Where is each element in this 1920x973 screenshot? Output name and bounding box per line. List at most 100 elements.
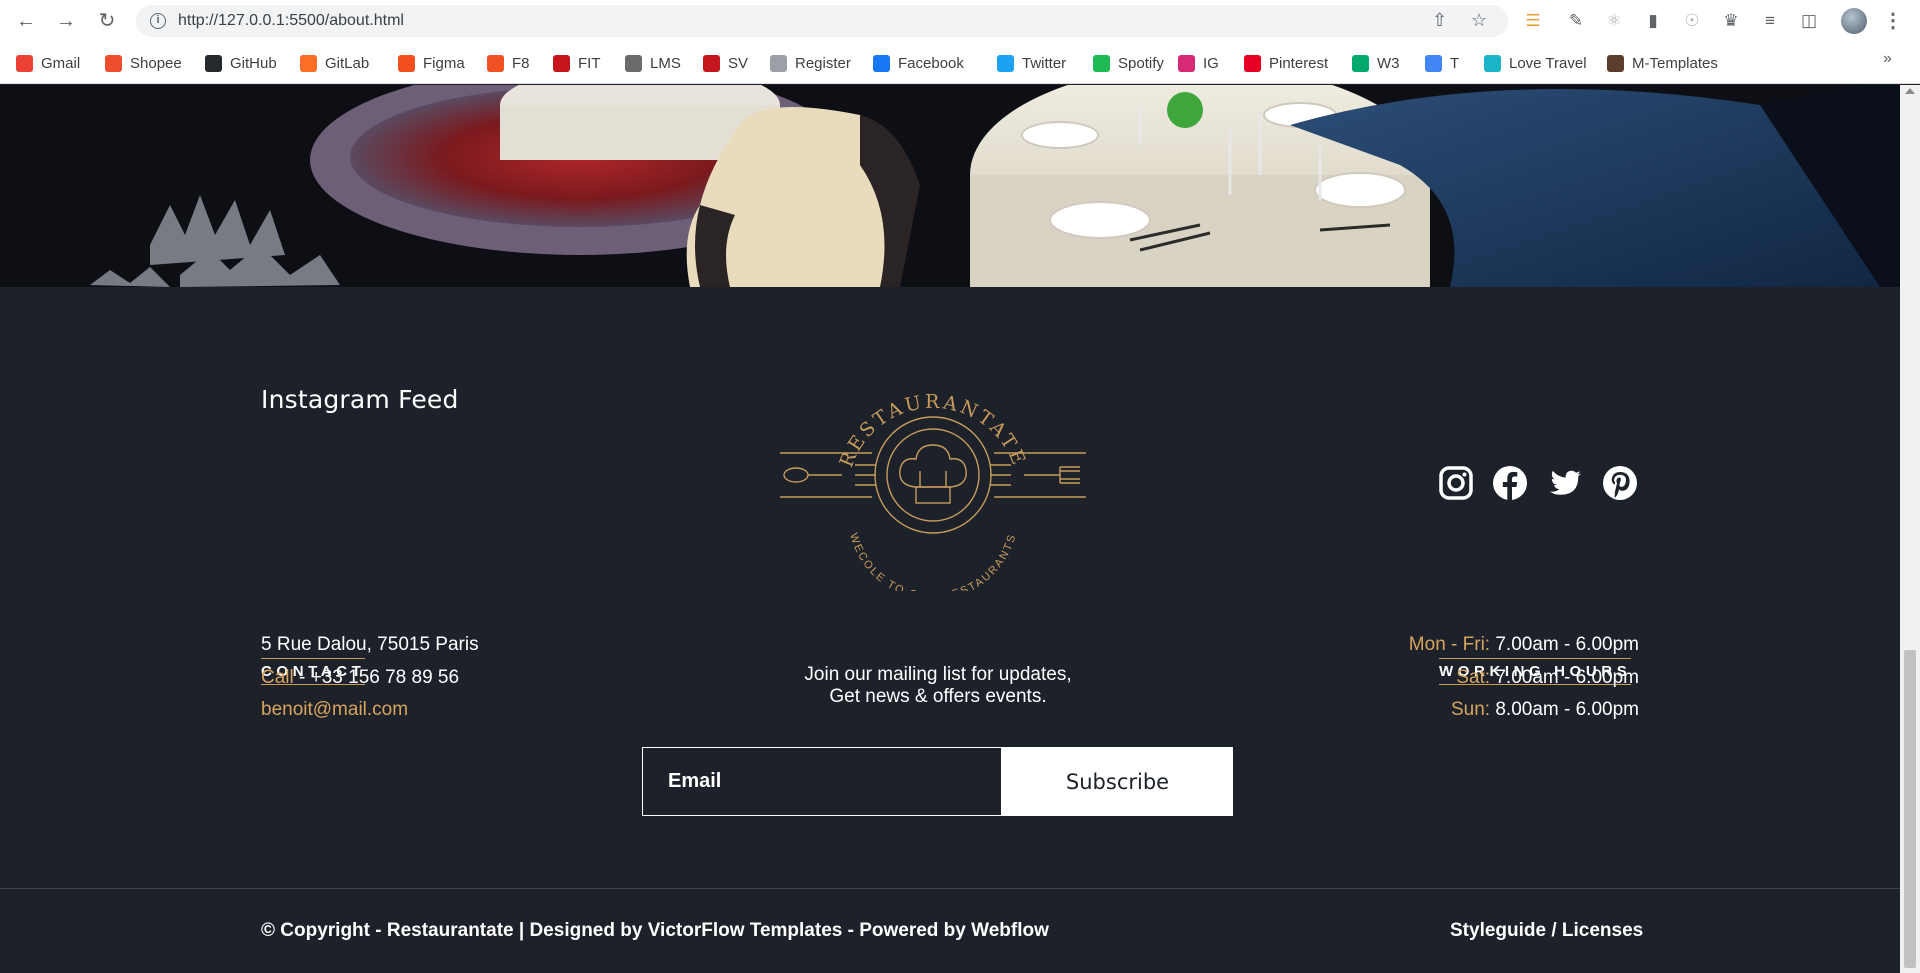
twitter-icon[interactable] bbox=[1547, 465, 1583, 501]
extension-pen-icon[interactable]: ✎ bbox=[1565, 10, 1587, 32]
restaurantate-logo: RESTAURANTATE WECOLE TO OUR RESTAURANTS bbox=[780, 391, 1086, 591]
svg-text:RESTAURANTATE: RESTAURANTATE bbox=[835, 391, 1030, 470]
twitter-icon bbox=[997, 54, 1014, 72]
bookmark-pinterest[interactable]: Pinterest bbox=[1244, 52, 1328, 74]
back-icon[interactable]: ← bbox=[14, 9, 38, 33]
bookmark-twitter[interactable]: Twitter bbox=[997, 52, 1066, 74]
scroll-up-arrow-icon[interactable] bbox=[1905, 88, 1915, 94]
bookmark-label: Gmail bbox=[41, 54, 81, 72]
bookmark-f8[interactable]: F8 bbox=[487, 52, 530, 74]
forward-icon[interactable]: → bbox=[54, 9, 78, 33]
shopee-icon bbox=[105, 54, 122, 72]
bookmark-label: FIT bbox=[578, 54, 601, 72]
bookmark-lms[interactable]: LMS bbox=[625, 52, 681, 74]
browser-toolbar: ← → ↻ i http://127.0.0.1:5500/about.html… bbox=[0, 0, 1920, 42]
bookmark-label: LMS bbox=[650, 54, 681, 72]
bookmark-label: Pinterest bbox=[1269, 54, 1329, 72]
bookmark-label: Figma bbox=[423, 54, 465, 72]
extension-react-icon[interactable]: ⚛ bbox=[1603, 10, 1625, 32]
subscribe-button[interactable]: Subscribe bbox=[1002, 747, 1233, 816]
contact-address: 5 Rue Dalou, 75015 Paris bbox=[261, 634, 479, 655]
bookmark-label: GitLab bbox=[325, 54, 370, 72]
newsletter-line2: Get news & offers events. bbox=[829, 686, 1047, 707]
contact-email[interactable]: benoit@mail.com bbox=[261, 699, 408, 721]
bookmark-label: GitHub bbox=[230, 54, 277, 72]
f8-icon bbox=[487, 54, 504, 72]
hours-row: Sat: 7.00am - 6.00pm bbox=[1456, 667, 1639, 689]
scrollbar-thumb[interactable] bbox=[1904, 650, 1916, 968]
bookmarks-overflow-icon[interactable]: » bbox=[1883, 50, 1892, 68]
reading-list-icon[interactable]: ≡ bbox=[1759, 10, 1781, 32]
hours-row: Mon - Fri: 7.00am - 6.00pm bbox=[1409, 634, 1639, 656]
bookmark-label: Spotify bbox=[1118, 54, 1164, 72]
instagram-icon[interactable] bbox=[1438, 465, 1474, 501]
extension-battery-icon[interactable]: ▮ bbox=[1642, 10, 1664, 32]
bookmark-facebook[interactable]: Facebook bbox=[873, 52, 964, 74]
pinterest-icon bbox=[1244, 54, 1261, 72]
hours-day: Mon - Fri: bbox=[1408, 634, 1491, 655]
browser-menu-icon[interactable]: ⋮ bbox=[1883, 8, 1903, 33]
lms-icon bbox=[625, 54, 642, 72]
styleguide-licenses-link[interactable]: Styleguide / Licenses bbox=[1450, 920, 1643, 942]
bookmark-w3[interactable]: W3 bbox=[1352, 52, 1400, 74]
bookmark-github[interactable]: GitHub bbox=[205, 52, 277, 74]
reload-icon[interactable]: ↻ bbox=[95, 9, 119, 33]
footer-divider bbox=[0, 888, 1900, 889]
address-bar[interactable]: i http://127.0.0.1:5500/about.html ⇧ ☆ bbox=[136, 5, 1508, 37]
side-panel-icon[interactable]: ◫ bbox=[1798, 10, 1820, 32]
extensions-puzzle-icon[interactable]: ♛ bbox=[1720, 10, 1742, 32]
facebook-icon[interactable] bbox=[1492, 465, 1528, 501]
hours-time: 7.00am - 6.00pm bbox=[1490, 667, 1639, 688]
pinterest-icon[interactable] bbox=[1602, 465, 1638, 501]
newsletter-text: Join our mailing list for updates, Get n… bbox=[700, 664, 1176, 708]
share-icon[interactable]: ⇧ bbox=[1432, 10, 1447, 31]
hours-time: 7.00am - 6.00pm bbox=[1490, 634, 1639, 655]
bookmark-star-icon[interactable]: ☆ bbox=[1471, 10, 1487, 31]
figma-icon bbox=[398, 54, 415, 72]
call-label: Call bbox=[261, 667, 294, 688]
github-icon bbox=[205, 54, 222, 72]
restaurant-interior-image bbox=[0, 85, 1900, 287]
bookmark-love-travel[interactable]: Love Travel bbox=[1484, 52, 1587, 74]
call-number[interactable]: - +33 156 78 89 56 bbox=[294, 667, 459, 688]
bookmark-gmail[interactable]: Gmail bbox=[16, 52, 80, 74]
site-info-icon[interactable]: i bbox=[150, 13, 166, 29]
bookmark-spotify[interactable]: Spotify bbox=[1093, 52, 1164, 74]
bookmark-label: Love Travel bbox=[1509, 54, 1587, 72]
newsletter-line1: Join our mailing list for updates, bbox=[804, 664, 1072, 685]
bookmark-fit[interactable]: FIT bbox=[553, 52, 601, 74]
bookmark-t[interactable]: T bbox=[1425, 52, 1459, 74]
bookmarks-bar: Gmail Shopee GitHub GitLab Figma F8 FIT LMS SV Re… bbox=[0, 42, 1920, 84]
bookmark-ig[interactable]: IG bbox=[1178, 52, 1219, 74]
email-input[interactable] bbox=[642, 747, 1002, 816]
bookmark-label: Facebook bbox=[898, 54, 964, 72]
bookmark-shopee[interactable]: Shopee bbox=[105, 52, 182, 74]
bookmark-label: Twitter bbox=[1022, 54, 1067, 72]
bookmark-label: M-Templates bbox=[1632, 54, 1718, 72]
bookmark-figma[interactable]: Figma bbox=[398, 52, 465, 74]
bookmark-label: T bbox=[1450, 54, 1460, 72]
profile-avatar[interactable] bbox=[1841, 8, 1867, 34]
instagram-feed-title: Instagram Feed bbox=[261, 385, 459, 414]
logo-bottom-text: WECOLE TO OUR RESTAURANTS bbox=[847, 532, 1017, 591]
gmail-icon bbox=[16, 54, 33, 72]
bookmark-label: IG bbox=[1203, 54, 1219, 72]
address-url[interactable]: http://127.0.0.1:5500/about.html bbox=[178, 12, 404, 30]
page-viewport: Instagram Feed RESTAURANTATE WECOLE TO S… bbox=[0, 85, 1900, 973]
bookmark-label: F8 bbox=[512, 54, 530, 72]
bookmark-register[interactable]: Register bbox=[770, 52, 851, 74]
extension-ruler-icon[interactable]: ☰ bbox=[1522, 10, 1544, 32]
logo-top-text: RESTAURANTATE bbox=[835, 391, 1027, 470]
facebook-icon bbox=[873, 54, 890, 72]
bookmark-gitlab[interactable]: GitLab bbox=[300, 52, 369, 74]
fit-icon bbox=[553, 54, 570, 72]
extension-compass-icon[interactable]: ☉ bbox=[1681, 10, 1703, 32]
hours-row: Sun: 8.00am - 6.00pm bbox=[1451, 699, 1639, 721]
sv-icon bbox=[703, 54, 720, 72]
bookmark-sv[interactable]: SV bbox=[703, 52, 748, 74]
spotify-icon bbox=[1093, 54, 1110, 72]
translate-icon bbox=[1425, 54, 1442, 72]
bookmark-m-templates[interactable]: M-Templates bbox=[1607, 52, 1718, 74]
bookmark-label: SV bbox=[728, 54, 749, 72]
m-templates-icon bbox=[1607, 54, 1624, 72]
